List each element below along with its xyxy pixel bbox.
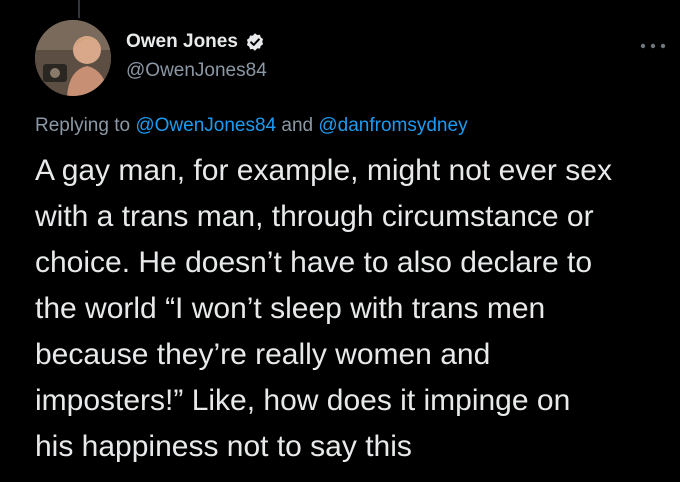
tweet-text-line: imposters!” Like, how does it impinge on	[35, 384, 571, 417]
avatar[interactable]	[35, 20, 111, 96]
tweet-text-line: choice. He doesn’t have to also declare …	[35, 246, 593, 279]
author-handle[interactable]: @OwenJones84	[126, 60, 267, 82]
tweet-body: A gay man, for example, might not ever s…	[35, 148, 675, 470]
verified-badge-icon	[246, 33, 263, 51]
tweet-text-line: A gay man, for example, might not ever s…	[35, 154, 612, 187]
thread-connector-line	[78, 0, 80, 18]
author-display-name[interactable]: Owen Jones	[126, 31, 238, 53]
replying-to-conjunction: and	[276, 115, 319, 136]
avatar-photo	[35, 20, 111, 96]
replying-to-label: Replying to	[35, 115, 136, 136]
tweet-text-line: the world “I won’t sleep with trans men	[35, 292, 546, 325]
more-options-icon[interactable]	[638, 40, 668, 52]
tweet-text-line: because they’re really women and	[35, 338, 491, 371]
replying-to: Replying to @OwenJones84 and @danfromsyd…	[35, 115, 468, 137]
author-name-row: Owen Jones	[126, 31, 266, 53]
mention-link-danfromsydney[interactable]: @danfromsydney	[318, 115, 467, 136]
tweet-text-line: with a trans man, through circumstance o…	[35, 200, 594, 233]
tweet-text-line: his happiness not to say this	[35, 430, 412, 463]
mention-link-owenjones84[interactable]: @OwenJones84	[135, 115, 276, 136]
